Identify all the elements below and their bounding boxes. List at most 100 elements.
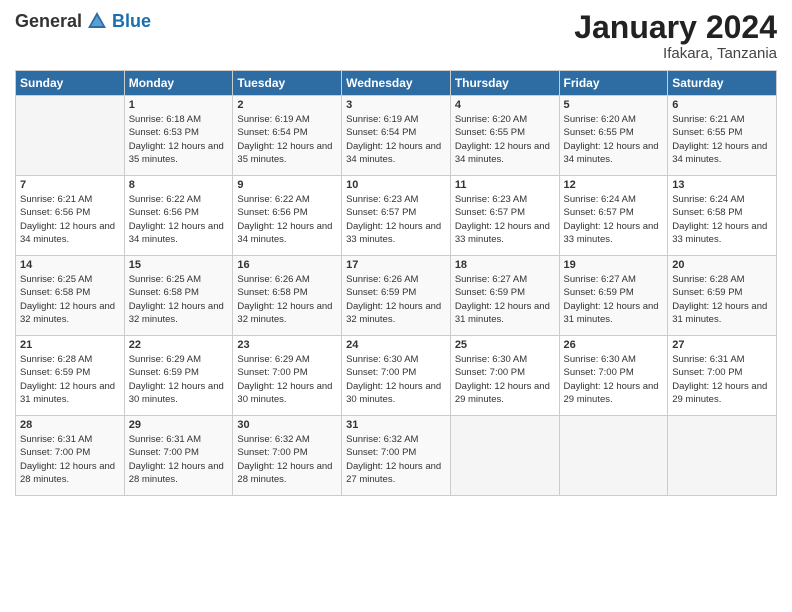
calendar-cell: 19 Sunrise: 6:27 AMSunset: 6:59 PMDaylig… [559, 256, 668, 336]
day-info: Sunrise: 6:32 AMSunset: 7:00 PMDaylight:… [237, 433, 337, 486]
day-number: 20 [672, 259, 772, 271]
day-info: Sunrise: 6:29 AMSunset: 6:59 PMDaylight:… [129, 353, 229, 406]
day-info: Sunrise: 6:20 AMSunset: 6:55 PMDaylight:… [564, 113, 664, 166]
weekday-header-saturday: Saturday [668, 71, 777, 96]
day-number: 24 [346, 339, 446, 351]
day-info: Sunrise: 6:23 AMSunset: 6:57 PMDaylight:… [346, 193, 446, 246]
calendar-cell: 12 Sunrise: 6:24 AMSunset: 6:57 PMDaylig… [559, 176, 668, 256]
day-info: Sunrise: 6:24 AMSunset: 6:57 PMDaylight:… [564, 193, 664, 246]
weekday-header-row: SundayMondayTuesdayWednesdayThursdayFrid… [16, 71, 777, 96]
day-number: 4 [455, 99, 555, 111]
day-info: Sunrise: 6:25 AMSunset: 6:58 PMDaylight:… [20, 273, 120, 326]
calendar-week-row: 1 Sunrise: 6:18 AMSunset: 6:53 PMDayligh… [16, 96, 777, 176]
calendar-cell: 21 Sunrise: 6:28 AMSunset: 6:59 PMDaylig… [16, 336, 125, 416]
weekday-header-thursday: Thursday [450, 71, 559, 96]
day-number: 23 [237, 339, 337, 351]
logo-icon [86, 10, 108, 32]
day-info: Sunrise: 6:27 AMSunset: 6:59 PMDaylight:… [564, 273, 664, 326]
calendar-cell: 27 Sunrise: 6:31 AMSunset: 7:00 PMDaylig… [668, 336, 777, 416]
calendar-cell [450, 416, 559, 496]
day-info: Sunrise: 6:31 AMSunset: 7:00 PMDaylight:… [129, 433, 229, 486]
day-number: 21 [20, 339, 120, 351]
day-info: Sunrise: 6:21 AMSunset: 6:56 PMDaylight:… [20, 193, 120, 246]
calendar-cell: 13 Sunrise: 6:24 AMSunset: 6:58 PMDaylig… [668, 176, 777, 256]
calendar-cell: 29 Sunrise: 6:31 AMSunset: 7:00 PMDaylig… [124, 416, 233, 496]
day-number: 6 [672, 99, 772, 111]
day-number: 26 [564, 339, 664, 351]
calendar-cell: 24 Sunrise: 6:30 AMSunset: 7:00 PMDaylig… [342, 336, 451, 416]
calendar-cell: 20 Sunrise: 6:28 AMSunset: 6:59 PMDaylig… [668, 256, 777, 336]
day-info: Sunrise: 6:30 AMSunset: 7:00 PMDaylight:… [455, 353, 555, 406]
calendar-week-row: 21 Sunrise: 6:28 AMSunset: 6:59 PMDaylig… [16, 336, 777, 416]
calendar-cell: 31 Sunrise: 6:32 AMSunset: 7:00 PMDaylig… [342, 416, 451, 496]
calendar-table: SundayMondayTuesdayWednesdayThursdayFrid… [15, 70, 777, 496]
calendar-cell: 17 Sunrise: 6:26 AMSunset: 6:59 PMDaylig… [342, 256, 451, 336]
page-header: General Blue January 2024 Ifakara, Tanza… [15, 10, 777, 62]
calendar-cell: 4 Sunrise: 6:20 AMSunset: 6:55 PMDayligh… [450, 96, 559, 176]
day-info: Sunrise: 6:24 AMSunset: 6:58 PMDaylight:… [672, 193, 772, 246]
day-info: Sunrise: 6:22 AMSunset: 6:56 PMDaylight:… [129, 193, 229, 246]
calendar-cell: 16 Sunrise: 6:26 AMSunset: 6:58 PMDaylig… [233, 256, 342, 336]
day-info: Sunrise: 6:18 AMSunset: 6:53 PMDaylight:… [129, 113, 229, 166]
calendar-cell: 25 Sunrise: 6:30 AMSunset: 7:00 PMDaylig… [450, 336, 559, 416]
weekday-header-wednesday: Wednesday [342, 71, 451, 96]
day-number: 31 [346, 419, 446, 431]
weekday-header-monday: Monday [124, 71, 233, 96]
calendar-week-row: 14 Sunrise: 6:25 AMSunset: 6:58 PMDaylig… [16, 256, 777, 336]
calendar-week-row: 28 Sunrise: 6:31 AMSunset: 7:00 PMDaylig… [16, 416, 777, 496]
day-info: Sunrise: 6:20 AMSunset: 6:55 PMDaylight:… [455, 113, 555, 166]
calendar-cell: 30 Sunrise: 6:32 AMSunset: 7:00 PMDaylig… [233, 416, 342, 496]
day-info: Sunrise: 6:30 AMSunset: 7:00 PMDaylight:… [564, 353, 664, 406]
day-number: 9 [237, 179, 337, 191]
day-info: Sunrise: 6:26 AMSunset: 6:59 PMDaylight:… [346, 273, 446, 326]
day-info: Sunrise: 6:29 AMSunset: 7:00 PMDaylight:… [237, 353, 337, 406]
calendar-cell [559, 416, 668, 496]
day-number: 25 [455, 339, 555, 351]
calendar-cell: 6 Sunrise: 6:21 AMSunset: 6:55 PMDayligh… [668, 96, 777, 176]
calendar-cell: 3 Sunrise: 6:19 AMSunset: 6:54 PMDayligh… [342, 96, 451, 176]
calendar-cell: 15 Sunrise: 6:25 AMSunset: 6:58 PMDaylig… [124, 256, 233, 336]
day-number: 8 [129, 179, 229, 191]
month-title: January 2024 [574, 10, 777, 45]
day-number: 7 [20, 179, 120, 191]
day-number: 1 [129, 99, 229, 111]
day-number: 12 [564, 179, 664, 191]
day-info: Sunrise: 6:25 AMSunset: 6:58 PMDaylight:… [129, 273, 229, 326]
calendar-cell: 10 Sunrise: 6:23 AMSunset: 6:57 PMDaylig… [342, 176, 451, 256]
calendar-cell: 26 Sunrise: 6:30 AMSunset: 7:00 PMDaylig… [559, 336, 668, 416]
day-number: 28 [20, 419, 120, 431]
calendar-cell: 7 Sunrise: 6:21 AMSunset: 6:56 PMDayligh… [16, 176, 125, 256]
calendar-cell: 28 Sunrise: 6:31 AMSunset: 7:00 PMDaylig… [16, 416, 125, 496]
day-info: Sunrise: 6:21 AMSunset: 6:55 PMDaylight:… [672, 113, 772, 166]
calendar-cell: 2 Sunrise: 6:19 AMSunset: 6:54 PMDayligh… [233, 96, 342, 176]
title-block: January 2024 Ifakara, Tanzania [574, 10, 777, 62]
day-info: Sunrise: 6:19 AMSunset: 6:54 PMDaylight:… [237, 113, 337, 166]
location-title: Ifakara, Tanzania [574, 45, 777, 62]
day-info: Sunrise: 6:27 AMSunset: 6:59 PMDaylight:… [455, 273, 555, 326]
calendar-cell: 1 Sunrise: 6:18 AMSunset: 6:53 PMDayligh… [124, 96, 233, 176]
day-info: Sunrise: 6:28 AMSunset: 6:59 PMDaylight:… [20, 353, 120, 406]
day-number: 3 [346, 99, 446, 111]
logo-blue: Blue [112, 11, 151, 32]
day-number: 10 [346, 179, 446, 191]
calendar-page: General Blue January 2024 Ifakara, Tanza… [0, 0, 792, 612]
day-info: Sunrise: 6:31 AMSunset: 7:00 PMDaylight:… [672, 353, 772, 406]
weekday-header-sunday: Sunday [16, 71, 125, 96]
calendar-cell [16, 96, 125, 176]
day-info: Sunrise: 6:28 AMSunset: 6:59 PMDaylight:… [672, 273, 772, 326]
weekday-header-tuesday: Tuesday [233, 71, 342, 96]
calendar-week-row: 7 Sunrise: 6:21 AMSunset: 6:56 PMDayligh… [16, 176, 777, 256]
calendar-cell [668, 416, 777, 496]
day-number: 18 [455, 259, 555, 271]
day-number: 19 [564, 259, 664, 271]
calendar-cell: 14 Sunrise: 6:25 AMSunset: 6:58 PMDaylig… [16, 256, 125, 336]
day-number: 11 [455, 179, 555, 191]
day-info: Sunrise: 6:19 AMSunset: 6:54 PMDaylight:… [346, 113, 446, 166]
logo: General Blue [15, 10, 151, 32]
day-info: Sunrise: 6:32 AMSunset: 7:00 PMDaylight:… [346, 433, 446, 486]
day-info: Sunrise: 6:22 AMSunset: 6:56 PMDaylight:… [237, 193, 337, 246]
day-number: 27 [672, 339, 772, 351]
calendar-cell: 11 Sunrise: 6:23 AMSunset: 6:57 PMDaylig… [450, 176, 559, 256]
calendar-cell: 22 Sunrise: 6:29 AMSunset: 6:59 PMDaylig… [124, 336, 233, 416]
day-number: 30 [237, 419, 337, 431]
